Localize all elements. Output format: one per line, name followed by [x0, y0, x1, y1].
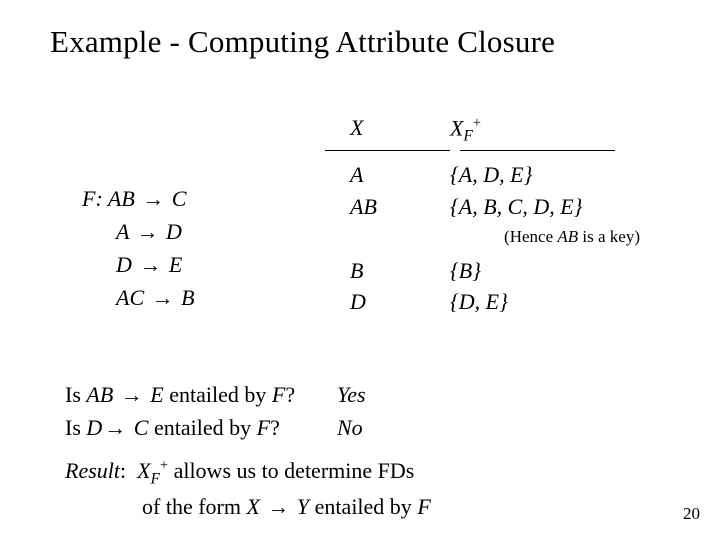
fd-row: AC → B — [82, 281, 195, 314]
table-row: D {D, E} — [325, 286, 645, 318]
cell-x: B — [325, 255, 440, 287]
fd-row: F: AB → C — [82, 182, 195, 215]
cell-xf: {A, B, C, D, E} — [440, 191, 640, 223]
page-number: 20 — [683, 504, 700, 524]
question-row: Is AB → E entailed by F? Yes — [65, 378, 366, 411]
arrow-icon: → — [102, 415, 128, 440]
arrow-icon: → — [140, 186, 166, 211]
fd-row: D → E — [82, 248, 195, 281]
entailment-questions: Is AB → E entailed by F? Yes Is D→ C ent… — [65, 378, 366, 444]
table-row: A {A, D, E} — [325, 159, 645, 191]
arrow-icon: → — [150, 285, 176, 310]
cell-x: AB — [325, 191, 440, 223]
arrow-icon: → — [265, 494, 291, 519]
key-note: (Hence AB is a key) — [325, 227, 645, 247]
fd-set: F: AB → C A → D D → E AC → B — [82, 182, 195, 314]
cell-xf: {B} — [440, 255, 640, 287]
result-statement: Result: XF+ allows us to determine FDs o… — [65, 455, 431, 523]
table-rows-group1: A {A, D, E} AB {A, B, C, D, E} — [325, 159, 645, 223]
fd-row: A → D — [82, 215, 195, 248]
table-header: X XF+ — [325, 115, 645, 150]
page-title: Example - Computing Attribute Closure — [0, 0, 720, 60]
cell-x: D — [325, 286, 440, 318]
answer: No — [337, 411, 363, 444]
table-row: AB {A, B, C, D, E} — [325, 191, 645, 223]
header-x: X — [325, 115, 440, 146]
table-row: B {B} — [325, 255, 645, 287]
cell-xf: {A, D, E} — [440, 159, 640, 191]
cell-x: A — [325, 159, 440, 191]
arrow-icon: → — [137, 252, 163, 277]
header-xfplus: XF+ — [440, 115, 640, 146]
table-rule — [325, 150, 645, 151]
arrow-icon: → — [119, 382, 145, 407]
arrow-icon: → — [135, 219, 161, 244]
question-row: Is D→ C entailed by F? No — [65, 411, 366, 444]
answer: Yes — [337, 378, 366, 411]
table-rows-group2: B {B} D {D, E} — [325, 255, 645, 319]
cell-xf: {D, E} — [440, 286, 640, 318]
closure-table: X XF+ A {A, D, E} AB {A, B, C, D, E} (He… — [325, 115, 645, 318]
